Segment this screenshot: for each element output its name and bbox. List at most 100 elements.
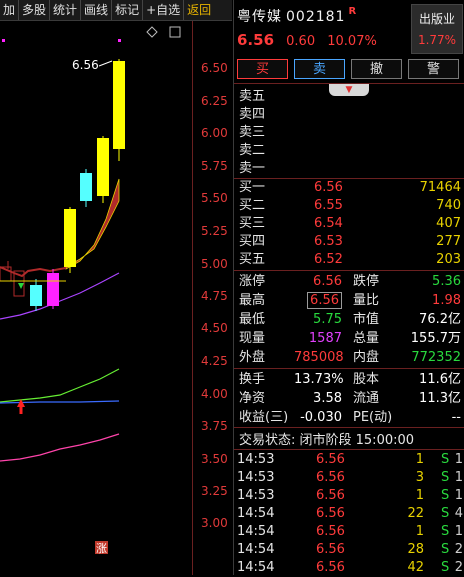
sector-name: 出版业 (418, 12, 455, 26)
bid-price: 6.55 (314, 198, 343, 213)
diamond-icon[interactable] (146, 26, 158, 38)
trade-row: 14:54 6.56 1 S 1 (234, 523, 464, 541)
float-shares-value: 11.3亿 (419, 391, 461, 406)
bid-row[interactable]: 买二 6.55 740 (234, 197, 464, 215)
inner-volume-value: 772352 (411, 350, 461, 365)
trade-time: 14:53 (237, 452, 275, 467)
trade-volume: 1 (415, 524, 424, 539)
stat-label: 内盘 (353, 350, 380, 365)
trade-row: 14:53 6.56 3 S 1 (234, 469, 464, 487)
trade-time: 14:54 (237, 524, 275, 539)
quote-header: 粤传媒 002181 R 6.56 0.60 10.07% 出版业 1.77% (234, 0, 464, 56)
stat-label: 量比 (353, 293, 380, 308)
stat-label: 跌停 (353, 274, 380, 289)
bid-label: 买五 (239, 252, 266, 267)
stat-label: 最高 (239, 293, 266, 308)
stock-code: 002181 (286, 9, 346, 25)
y-tick: 5.50 (201, 191, 228, 205)
peak-price-label: 6.56 (72, 58, 99, 72)
stat-label: 现量 (239, 331, 266, 346)
y-tick: 6.50 (201, 61, 228, 75)
net-assets-value: 3.58 (313, 391, 342, 406)
chart-settings-icons[interactable] (146, 26, 181, 38)
divider (234, 368, 464, 369)
trade-side: S (441, 560, 450, 575)
bid-row[interactable]: 买五 6.52 203 (234, 251, 464, 269)
trade-count: 1 (454, 524, 463, 539)
trade-time: 14:54 (237, 542, 275, 557)
bid-row[interactable]: 买四 6.53 277 (234, 233, 464, 251)
bid-row[interactable]: 买一 6.56 71464 (234, 179, 464, 197)
trade-row: 14:53 6.56 1 S 1 (234, 451, 464, 469)
sell-button[interactable]: 卖 (294, 59, 345, 79)
ask-label: 卖五 (239, 89, 266, 104)
margin-trading-badge: R (348, 6, 358, 17)
ma-pink-line (0, 433, 120, 462)
trade-status: 交易状态: 闭市阶段 15:00:00 (239, 433, 415, 448)
ask-label: 卖一 (239, 161, 266, 176)
trade-price: 6.56 (316, 470, 345, 485)
y-tick: 5.00 (201, 257, 228, 271)
y-tick: 5.25 (201, 224, 228, 238)
toolbar-multi-stock-button[interactable]: 多股 (19, 0, 51, 20)
toolbar-statistics-button[interactable]: 统计 (50, 0, 82, 20)
stat-label: 市值 (353, 312, 380, 327)
divider (234, 427, 464, 428)
bid-volume: 277 (436, 234, 461, 249)
trade-count: 1 (454, 452, 463, 467)
bid-row[interactable]: 买三 6.54 407 (234, 215, 464, 233)
outer-volume-value: 785008 (294, 350, 344, 365)
stat-row: 最高 6.56 量比 1.98 (234, 291, 464, 310)
ask-row: 卖二 (234, 142, 464, 160)
peak-pointer (98, 60, 113, 67)
candle (113, 61, 125, 149)
bid-label: 买四 (239, 234, 266, 249)
toolbar-mark-button[interactable]: 标记 (112, 0, 144, 20)
bid-label: 买三 (239, 216, 266, 231)
ask-row: 卖五 (234, 88, 464, 106)
trade-side: S (441, 524, 450, 539)
toolbar-add-button[interactable]: 加 (0, 0, 20, 20)
stat-label: PE(动) (353, 410, 393, 425)
trade-row: 14:53 6.56 1 S 1 (234, 487, 464, 505)
sector-box[interactable]: 出版业 1.77% (411, 4, 463, 54)
toolbar-back-button[interactable]: 返回 (184, 0, 214, 20)
stat-row: 现量 1587 总量 155.7万 (234, 329, 464, 348)
trade-side: S (441, 542, 450, 557)
y-tick: 3.25 (201, 484, 228, 498)
trade-time: 14:54 (237, 506, 275, 521)
toolbar-add-watchlist-button[interactable]: +自选 (143, 0, 185, 20)
trade-row: 14:54 6.56 28 S 2 (234, 541, 464, 559)
divider (234, 449, 464, 450)
square-icon[interactable] (169, 26, 181, 38)
stat-label: 涨停 (239, 274, 266, 289)
trade-count: 1 (454, 470, 463, 485)
cancel-order-button[interactable]: 撤 (351, 59, 402, 79)
price-alert-button[interactable]: 警 (408, 59, 459, 79)
toolbar-draw-line-button[interactable]: 画线 (81, 0, 113, 20)
bid-price: 6.54 (314, 216, 343, 231)
chart-toolbar: 加 多股 统计 画线 标记 +自选 返回 (0, 0, 232, 21)
stat-label: 总量 (353, 331, 380, 346)
trade-side: S (441, 452, 450, 467)
last-price: 6.56 (237, 31, 275, 49)
candle (30, 285, 42, 306)
trade-time: 14:53 (237, 470, 275, 485)
stock-title: 粤传媒 002181 R (237, 6, 357, 26)
trade-count: 2 (454, 542, 463, 557)
price-change-percent: 10.07% (327, 34, 377, 49)
trade-volume: 1 (415, 452, 424, 467)
buy-button[interactable]: 买 (237, 59, 288, 79)
trade-volume: 28 (407, 542, 424, 557)
y-tick: 6.00 (201, 126, 228, 140)
total-volume-value: 155.7万 (410, 331, 461, 346)
kline-chart[interactable]: 6.50 6.25 6.00 5.75 5.50 5.25 5.00 4.75 … (0, 21, 232, 575)
price-change: 0.60 (286, 34, 316, 49)
y-tick: 4.50 (201, 321, 228, 335)
bid-price: 6.56 (314, 180, 343, 195)
stat-row: 最低 5.75 市值 76.2亿 (234, 310, 464, 329)
trade-volume: 42 (407, 560, 424, 575)
ask-row: 卖一 (234, 160, 464, 178)
stat-label: 流通 (353, 391, 380, 406)
candle (80, 173, 92, 201)
